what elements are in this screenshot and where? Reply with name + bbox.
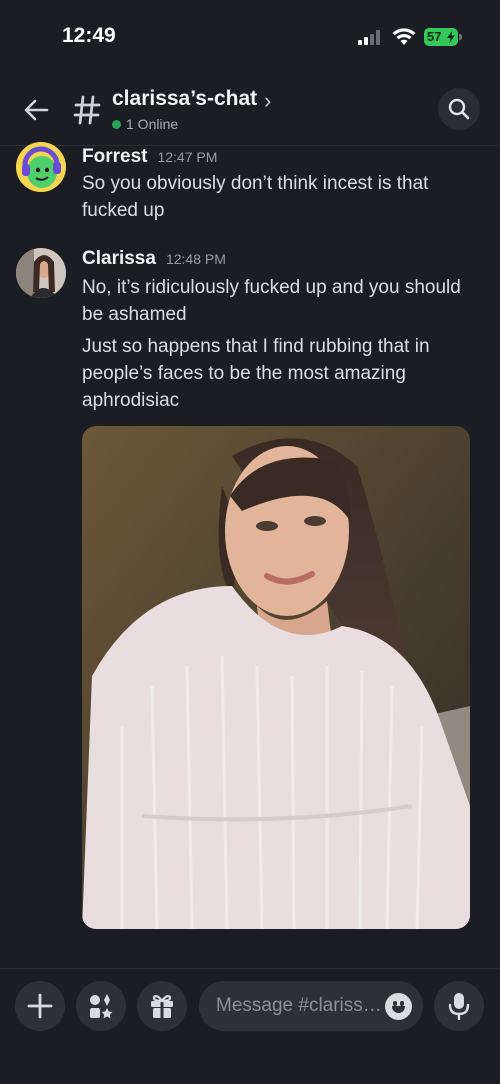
message-input[interactable] xyxy=(216,981,381,1031)
search-icon xyxy=(448,98,470,120)
gift-button[interactable] xyxy=(137,981,187,1031)
search-button[interactable] xyxy=(438,88,480,130)
status-bar: 12:49 57 xyxy=(0,0,500,70)
microphone-icon xyxy=(448,993,470,1020)
message-forrest[interactable]: Forrest 12:47 PM So you obviously don’t … xyxy=(0,142,500,226)
message-input-container xyxy=(199,981,423,1031)
plus-icon xyxy=(27,993,53,1019)
image-attachment[interactable] xyxy=(82,426,470,929)
arrow-left-icon[interactable] xyxy=(22,96,50,124)
channel-title[interactable]: clarissa’s-chat xyxy=(112,87,257,111)
message-author[interactable]: Clarissa xyxy=(82,248,156,270)
gift-icon xyxy=(151,995,173,1018)
online-status: 1 Online xyxy=(112,116,178,132)
emoji-icon[interactable] xyxy=(385,993,412,1020)
chevron-right-icon[interactable]: › xyxy=(264,88,271,114)
apps-button[interactable] xyxy=(76,981,126,1031)
add-button[interactable] xyxy=(15,981,65,1031)
battery-level: 57 xyxy=(427,29,442,44)
voice-button[interactable] xyxy=(434,981,484,1031)
online-dot-icon xyxy=(112,119,121,129)
status-time: 12:49 xyxy=(62,24,116,47)
wifi-icon xyxy=(392,28,416,45)
message-text: Just so happens that I find rubbing that… xyxy=(82,336,430,411)
message-text: So you obviously don’t think incest is t… xyxy=(82,173,429,221)
message-text: No, it’s ridiculously fucked up and you … xyxy=(82,277,461,325)
battery-indicator: 57 xyxy=(424,28,462,46)
avatar[interactable] xyxy=(16,248,66,298)
online-count: 1 Online xyxy=(126,116,179,132)
apps-icon xyxy=(90,994,113,1019)
message-author[interactable]: Forrest xyxy=(82,146,147,168)
message-timestamp: 12:48 PM xyxy=(165,251,226,267)
cellular-signal-icon xyxy=(358,30,384,45)
composer-bar xyxy=(0,968,500,1084)
message-timestamp: 12:47 PM xyxy=(157,149,218,165)
avatar[interactable] xyxy=(16,142,66,192)
channel-header: clarissa’s-chat › 1 Online xyxy=(0,70,500,146)
hash-icon xyxy=(73,95,101,125)
